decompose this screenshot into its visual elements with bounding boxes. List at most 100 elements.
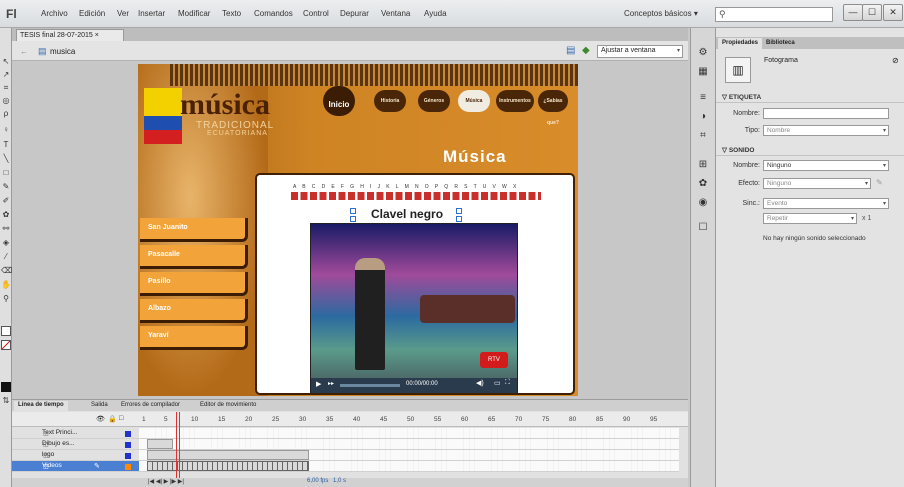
tab-editor-movimiento[interactable]: Editor de movimiento: [196, 401, 260, 411]
caption-icon[interactable]: ▭: [494, 379, 501, 387]
transform-icon[interactable]: ⌗: [697, 130, 709, 142]
menu-ventana[interactable]: Ventana: [381, 9, 410, 18]
section-etiqueta[interactable]: ▽ ETIQUETA: [716, 91, 904, 103]
menu-ver[interactable]: Ver: [117, 9, 129, 18]
search-input[interactable]: ⚲: [715, 7, 833, 22]
menu-edicion[interactable]: Edición: [79, 9, 105, 18]
song-title[interactable]: Clavel negro: [371, 207, 443, 221]
zoom-tool-icon[interactable]: ⚲: [1, 294, 11, 304]
tipo-select[interactable]: Nombre ▾: [763, 125, 889, 136]
layer-row[interactable]: Dibujo es...: [12, 439, 139, 450]
menu-texto[interactable]: Texto: [222, 9, 241, 18]
video-seek-bar[interactable]: [340, 384, 400, 387]
layer-row[interactable]: logo: [12, 450, 139, 461]
layer-row[interactable]: Text Princi...: [12, 428, 139, 439]
tab-errores[interactable]: Errores de compilador: [117, 401, 184, 411]
hand-tool-icon[interactable]: ✋: [1, 280, 11, 290]
frame-row[interactable]: [139, 439, 679, 450]
selection-handle[interactable]: [456, 216, 462, 222]
paint-bucket-tool-icon[interactable]: ◈: [1, 238, 11, 248]
eyedropper-tool-icon[interactable]: ⁄: [1, 252, 11, 262]
tab-biblioteca[interactable]: Biblioteca: [762, 38, 799, 49]
swap-colors-icon[interactable]: ⇅: [1, 396, 11, 406]
workspace-switcher[interactable]: Conceptos básicos ▾: [624, 9, 698, 18]
efecto-select[interactable]: Ninguno ▾: [763, 178, 871, 189]
edit-scene-icon[interactable]: ▤: [566, 45, 575, 56]
edit-pencil-icon[interactable]: ✎: [876, 178, 883, 187]
nav-sabias-que[interactable]: ¿Sabías que?: [538, 90, 568, 126]
alphabet-buttons[interactable]: [291, 192, 541, 200]
nav-generos[interactable]: Géneros: [418, 90, 450, 112]
swatches-icon[interactable]: ≡: [697, 92, 709, 104]
side-menu-item[interactable]: Pasillo: [140, 272, 248, 296]
menu-archivo[interactable]: Archivo: [41, 9, 68, 18]
scene-name[interactable]: musica: [50, 47, 75, 56]
3d-rotation-tool-icon[interactable]: ◎: [1, 96, 11, 106]
selection-handle[interactable]: [350, 208, 356, 214]
layer-color-swatch[interactable]: [125, 453, 131, 459]
black-white-icon[interactable]: [1, 382, 11, 392]
tab-linea-de-tiempo[interactable]: Línea de tiempo: [14, 401, 68, 411]
history-icon[interactable]: ☐: [697, 222, 709, 234]
layer-row-selected[interactable]: Videos: [12, 461, 139, 472]
nav-historia[interactable]: Historia: [374, 90, 406, 112]
side-menu-item[interactable]: Albazo: [140, 299, 248, 323]
frame-rate[interactable]: 6,00 fps: [307, 478, 328, 484]
nav-musica[interactable]: Música: [458, 90, 490, 112]
keyframe-span[interactable]: [147, 450, 309, 460]
keyframe-span[interactable]: [147, 461, 309, 471]
selection-handle[interactable]: [350, 216, 356, 222]
playhead[interactable]: [176, 412, 180, 487]
side-menu-item[interactable]: Yaraví: [140, 326, 248, 350]
side-menu-item[interactable]: San Juanito: [140, 218, 248, 242]
menu-insertar[interactable]: Insertar: [138, 9, 165, 18]
close-window-button[interactable]: ✕: [883, 4, 903, 21]
stroke-color-icon[interactable]: [1, 326, 11, 336]
volume-icon[interactable]: ◀): [476, 379, 484, 387]
rectangle-tool-icon[interactable]: □: [1, 168, 11, 178]
playback-controls-icon[interactable]: |◀ ◀| ▶ |▶ ▶|: [148, 478, 184, 485]
eraser-tool-icon[interactable]: ⌫: [1, 266, 12, 276]
menu-depurar[interactable]: Depurar: [340, 9, 369, 18]
home-button[interactable]: Inicio: [323, 86, 355, 116]
selection-tool-icon[interactable]: ↖: [1, 57, 11, 67]
align-icon[interactable]: ⚙: [697, 47, 709, 59]
keyframe-span[interactable]: [147, 439, 173, 449]
text-tool-icon[interactable]: T: [1, 140, 11, 150]
subselection-tool-icon[interactable]: ↗: [1, 70, 11, 80]
menu-ayuda[interactable]: Ayuda: [424, 9, 447, 18]
frame-row[interactable]: [139, 428, 679, 439]
side-menu-item[interactable]: Pasacalle: [140, 245, 248, 269]
section-sonido[interactable]: ▽ SONIDO: [716, 144, 904, 156]
nav-instrumentos[interactable]: Instrumentos: [496, 90, 534, 112]
play-icon[interactable]: ▶: [316, 380, 321, 388]
fullscreen-icon[interactable]: ⛶: [505, 379, 510, 387]
line-tool-icon[interactable]: ╲: [1, 154, 11, 164]
layer-color-swatch[interactable]: [125, 464, 131, 470]
skip-icon[interactable]: ▸▸: [328, 380, 334, 387]
alphabet-index[interactable]: A B C D E F G H I J K L M N O P Q R S T …: [293, 184, 519, 190]
motion-presets-icon[interactable]: ✿: [697, 178, 709, 190]
layer-color-swatch[interactable]: [125, 442, 131, 448]
pencil-tool-icon[interactable]: ✎: [1, 182, 11, 192]
repeat-count[interactable]: x 1: [862, 215, 871, 222]
pen-tool-icon[interactable]: ♀: [1, 125, 11, 135]
fill-color-icon[interactable]: [1, 340, 11, 350]
info-icon[interactable]: ◑: [697, 111, 709, 123]
lasso-tool-icon[interactable]: ρ: [1, 109, 11, 119]
maximize-button[interactable]: ☐: [862, 4, 882, 21]
brush-tool-icon[interactable]: ✐: [1, 196, 11, 206]
lock-icon[interactable]: 🔒: [108, 415, 117, 423]
menu-control[interactable]: Control: [303, 9, 329, 18]
deco-tool-icon[interactable]: ✿: [1, 210, 11, 220]
zoom-select[interactable]: Ajustar a ventana ▾: [597, 45, 683, 58]
edit-symbol-icon[interactable]: ◆: [582, 45, 590, 56]
layer-color-swatch[interactable]: [125, 431, 131, 437]
color-panel-icon[interactable]: ▦: [697, 66, 709, 78]
menu-modificar[interactable]: Modificar: [178, 9, 210, 18]
sonido-nombre-select[interactable]: Ninguno ▾: [763, 160, 889, 171]
menu-comandos[interactable]: Comandos: [254, 9, 293, 18]
help-icon[interactable]: ⊘: [892, 56, 899, 65]
bone-tool-icon[interactable]: ⚯: [1, 224, 11, 234]
minimize-button[interactable]: —: [843, 4, 863, 21]
